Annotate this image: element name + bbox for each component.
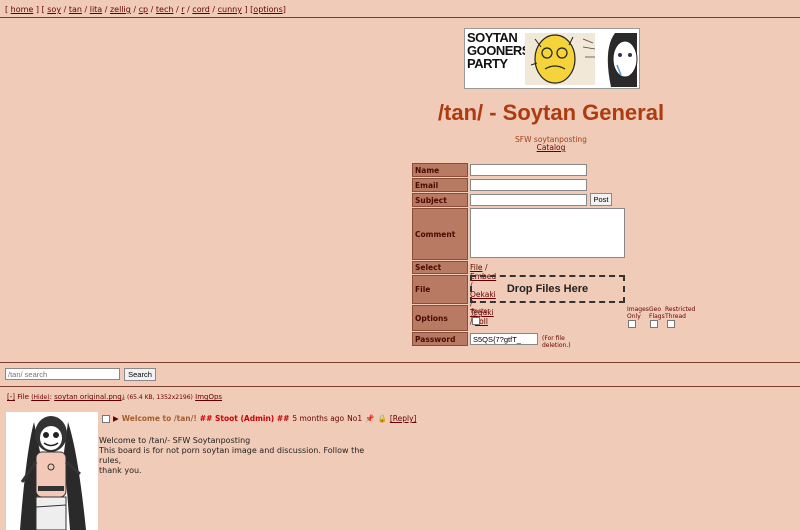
restricted-line: Thread xyxy=(665,313,686,320)
file-drop-zone[interactable]: Drop Files Here xyxy=(470,275,625,303)
bracket: ] [ xyxy=(244,5,254,14)
post-arrow-icon[interactable]: ▶ xyxy=(113,414,119,423)
nav-board-soy[interactable]: soy xyxy=(47,5,61,14)
download-icon[interactable]: ⤓ xyxy=(122,393,125,401)
post-body: Welcome to /tan/- SFW Soytanposting This… xyxy=(99,436,379,476)
nav-board-zellig[interactable]: zellig xyxy=(110,5,131,14)
comment-label: Comment xyxy=(412,208,468,260)
restricted-line: Restricted xyxy=(665,306,696,313)
post-thumbnail[interactable] xyxy=(6,412,98,530)
password-label: Password xyxy=(412,332,468,346)
select-label: Select xyxy=(412,261,468,274)
search-divider xyxy=(0,386,800,387)
post-author: ## Stoot (Admin) ## xyxy=(199,414,290,423)
poster-ids-checkbox[interactable] xyxy=(472,317,480,325)
geo-flags-checkbox[interactable] xyxy=(650,320,658,328)
password-field[interactable] xyxy=(470,333,538,345)
hide-file-link[interactable]: (Hide) xyxy=(31,394,49,401)
catalog-link[interactable]: Catalog xyxy=(537,143,566,152)
search-input[interactable] xyxy=(5,368,120,380)
nav-home-link[interactable]: home xyxy=(11,5,34,14)
file-info: [-] File (Hide): soytan original.png⤓ (6… xyxy=(7,393,222,402)
restricted-thread-checkbox[interactable] xyxy=(667,320,675,328)
board-banner: SOYTAN GOONERS PARTY xyxy=(464,28,640,89)
geo-flags-line: Flags xyxy=(649,313,665,320)
bracket: ] [ xyxy=(35,5,45,14)
select-file-link[interactable]: File xyxy=(470,263,483,272)
post-subject: Welcome to /tan/! xyxy=(121,414,197,423)
post-select-checkbox[interactable] xyxy=(102,414,110,423)
lock-icon: 🔒 xyxy=(377,414,387,423)
email-field[interactable] xyxy=(470,179,587,191)
search-button[interactable]: Search xyxy=(124,368,156,381)
geo-flags-label: Geo Flags xyxy=(649,306,665,320)
post-body-line: This board is for not porn soytan image … xyxy=(99,446,365,465)
top-divider xyxy=(0,17,800,18)
post-body-line: Welcome to /tan/- SFW Soytanposting xyxy=(99,436,251,445)
nav-board-tech[interactable]: tech xyxy=(156,5,174,14)
file-label: File xyxy=(412,275,468,304)
bracket: [ xyxy=(5,5,9,14)
file-size: (65.4 KB, 1352x2196) xyxy=(126,394,193,401)
comment-textarea[interactable] xyxy=(470,208,625,258)
top-nav: [ home ] [ soy / tan / lita / zellig / c… xyxy=(5,5,286,14)
name-label: Name xyxy=(412,163,468,177)
nav-board-cunny[interactable]: cunny xyxy=(218,5,242,14)
imgops-link[interactable]: ImgOps xyxy=(195,393,222,401)
post-time: 5 months ago xyxy=(292,414,345,423)
post-button[interactable]: Post xyxy=(590,193,612,206)
file-name-link[interactable]: soytan original.png xyxy=(54,393,121,401)
nav-board-r[interactable]: r xyxy=(181,5,184,14)
banner-drawing xyxy=(525,33,638,87)
restricted-thread-label: Restricted Thread xyxy=(665,306,695,320)
subject-label: Subject xyxy=(412,193,468,207)
images-only-line: Only xyxy=(627,313,641,320)
post-header: ▶ Welcome to /tan/! ## Stoot (Admin) ## … xyxy=(102,414,416,423)
nav-board-lita[interactable]: lita xyxy=(90,5,102,14)
nav-board-tan[interactable]: tan xyxy=(69,5,82,14)
email-label: Email xyxy=(412,178,468,192)
colon: : xyxy=(49,393,52,401)
options-label: Options xyxy=(412,305,468,331)
nav-options-link[interactable]: options xyxy=(253,5,282,14)
post-number[interactable]: No1 xyxy=(347,414,362,423)
images-only-checkbox[interactable] xyxy=(628,320,636,328)
reply-link[interactable]: [Reply] xyxy=(390,414,417,423)
bracket: ] xyxy=(282,5,286,14)
post-body-line: thank you. xyxy=(99,466,142,475)
form-divider xyxy=(0,362,800,363)
images-only-label: Images Only xyxy=(627,306,649,320)
pin-icon: 📌 xyxy=(365,414,375,423)
images-only-line: Images xyxy=(627,306,649,313)
password-note: (For file deletion.) xyxy=(542,335,571,349)
nav-board-cord[interactable]: cord xyxy=(192,5,210,14)
geo-flags-line: Geo xyxy=(649,306,662,313)
collapse-toggle[interactable]: [-] xyxy=(7,393,15,401)
board-title: /tan/ - Soytan General xyxy=(437,100,665,125)
name-field[interactable] xyxy=(470,164,587,176)
file-word: File xyxy=(17,393,29,401)
nav-board-cp[interactable]: cp xyxy=(139,5,148,14)
subject-field[interactable] xyxy=(470,194,587,206)
thumbnail-drawing xyxy=(20,416,86,530)
